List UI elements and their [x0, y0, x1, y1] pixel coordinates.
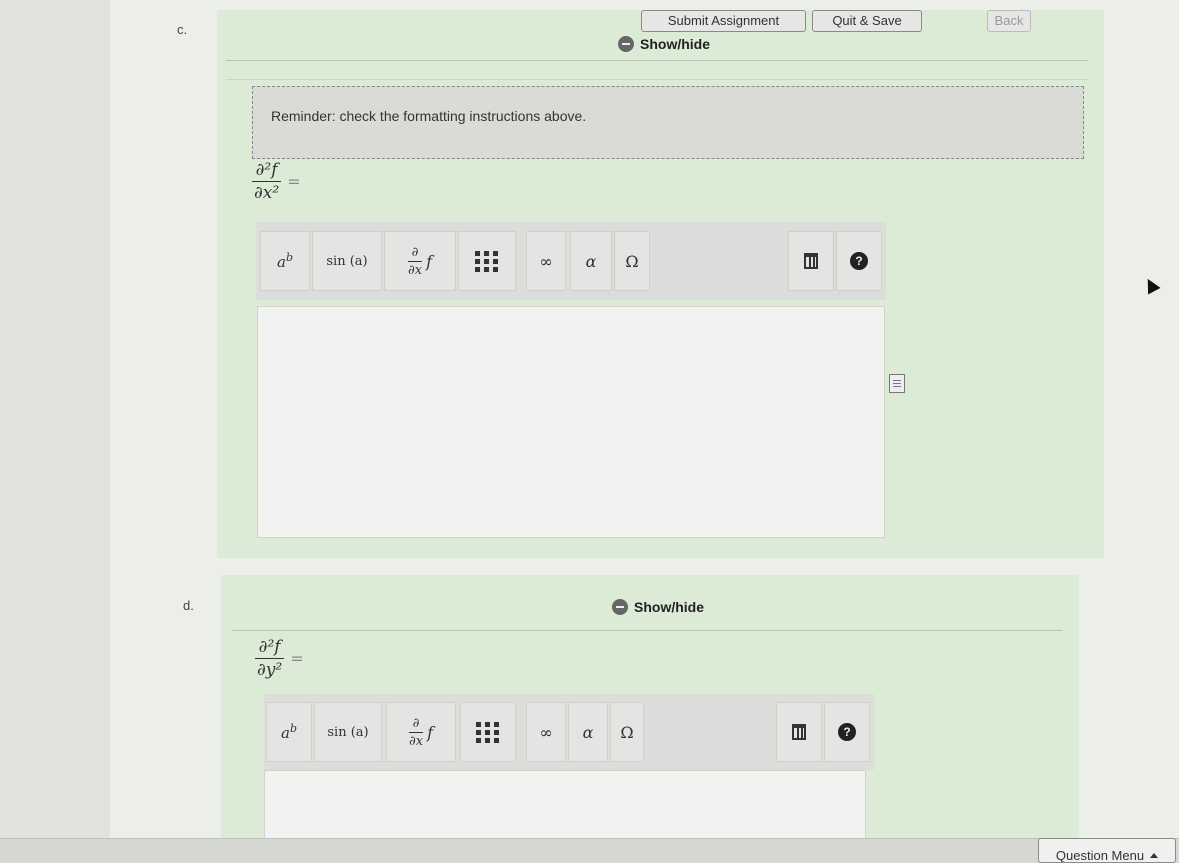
divider [226, 79, 1088, 80]
caret-up-icon [1150, 853, 1159, 858]
power-button[interactable]: ab [266, 702, 312, 762]
part-c-question-label: ∂²f ∂x² = [252, 160, 301, 203]
matrix-icon [476, 721, 500, 743]
left-gutter [0, 0, 110, 863]
collapse-icon [612, 599, 628, 615]
divider [226, 60, 1088, 61]
show-hide-label: Show/hide [634, 599, 704, 615]
part-c-label: c. [177, 22, 188, 37]
infinity-icon: ∞ [539, 722, 553, 742]
reminder-text: Reminder: check the formatting instructi… [271, 108, 587, 124]
footer-bar [0, 838, 1179, 863]
alpha-button[interactable]: α [568, 702, 608, 762]
derivative-button[interactable]: ∂ ∂x f [384, 231, 456, 291]
infinity-button[interactable]: ∞ [526, 231, 566, 291]
second-derivative-fraction: ∂²f ∂y² [255, 637, 285, 680]
part-d-answer-editor[interactable] [264, 770, 866, 840]
clear-button[interactable] [788, 231, 834, 291]
sine-button[interactable]: sin (a) [314, 702, 382, 762]
derivative-icon: ∂ ∂x f [409, 715, 433, 749]
alpha-icon: α [582, 722, 594, 742]
fraction-denominator: ∂y² [255, 658, 285, 680]
part-d-show-hide-toggle[interactable]: Show/hide [612, 599, 704, 615]
matrix-button[interactable] [458, 231, 516, 291]
divider [232, 630, 1062, 631]
part-d-question-label: ∂²f ∂y² = [255, 637, 304, 680]
omega-icon: Ω [625, 251, 639, 271]
alpha-button[interactable]: α [570, 231, 612, 291]
infinity-button[interactable]: ∞ [526, 702, 566, 762]
omega-icon: Ω [620, 722, 634, 742]
help-icon: ? [850, 252, 868, 270]
part-c-answer-editor[interactable] [257, 306, 885, 538]
fraction-denominator: ∂x² [252, 181, 282, 203]
omega-button[interactable]: Ω [614, 231, 650, 291]
submit-assignment-button[interactable]: Submit Assignment [641, 10, 806, 32]
second-derivative-fraction: ∂²f ∂x² [252, 160, 282, 203]
part-c-show-hide-toggle[interactable]: Show/hide [618, 36, 710, 52]
help-button[interactable]: ? [824, 702, 870, 762]
equals-sign: = [287, 172, 301, 191]
math-toolbar: ab sin (a) ∂ ∂x f ∞ α Ω ? [256, 222, 886, 300]
math-toolbar: ab sin (a) ∂ ∂x f ∞ α Ω ? [264, 694, 874, 770]
part-d-label: d. [183, 598, 194, 613]
alpha-icon: α [585, 251, 597, 271]
question-menu-button[interactable]: Question Menu [1038, 838, 1176, 863]
clear-button[interactable] [776, 702, 822, 762]
show-hide-label: Show/hide [640, 36, 710, 52]
equals-sign: = [290, 649, 304, 668]
help-button[interactable]: ? [836, 231, 882, 291]
power-icon: ab [281, 722, 297, 742]
quit-and-save-button[interactable]: Quit & Save [812, 10, 922, 32]
notes-icon[interactable] [889, 374, 905, 393]
sine-button[interactable]: sin (a) [312, 231, 382, 291]
power-button[interactable]: ab [260, 231, 310, 291]
question-menu-label: Question Menu [1055, 848, 1145, 863]
trash-icon [804, 253, 818, 269]
collapse-icon [618, 36, 634, 52]
matrix-button[interactable] [460, 702, 516, 762]
reminder-note: Reminder: check the formatting instructi… [252, 86, 1084, 159]
fraction-numerator: ∂²f [255, 160, 278, 180]
matrix-icon [475, 250, 499, 272]
sine-icon: sin (a) [327, 724, 369, 740]
infinity-icon: ∞ [539, 251, 553, 271]
derivative-icon: ∂ ∂x f [408, 244, 432, 278]
trash-icon [792, 724, 806, 740]
sine-icon: sin (a) [326, 253, 368, 269]
fraction-numerator: ∂²f [258, 637, 281, 657]
back-button[interactable]: Back [987, 10, 1031, 32]
omega-button[interactable]: Ω [610, 702, 644, 762]
help-icon: ? [838, 723, 856, 741]
derivative-button[interactable]: ∂ ∂x f [386, 702, 456, 762]
power-icon: ab [277, 251, 293, 271]
